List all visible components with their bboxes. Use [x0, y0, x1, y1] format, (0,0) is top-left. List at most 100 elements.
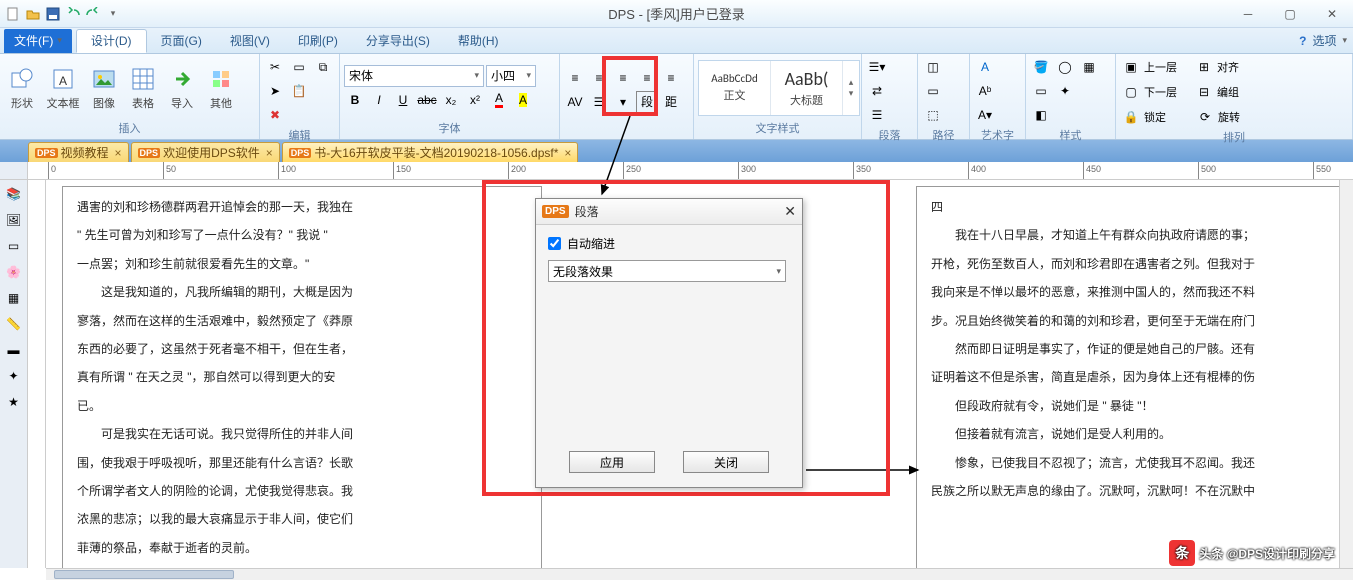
- options-link[interactable]: 选项: [1312, 32, 1336, 49]
- para-icon-3[interactable]: ☰: [866, 104, 888, 126]
- para-icon-2[interactable]: ⇄: [866, 80, 888, 102]
- library-icon[interactable]: 📚: [4, 184, 24, 204]
- board-icon[interactable]: ▬: [4, 340, 24, 360]
- undo-icon[interactable]: [64, 5, 82, 23]
- strike-icon[interactable]: abc: [416, 89, 438, 111]
- fill-icon[interactable]: 🪣: [1030, 56, 1052, 78]
- clipart-icon[interactable]: 🌸: [4, 262, 24, 282]
- maximize-button[interactable]: ▢: [1273, 4, 1307, 24]
- shape-lib-icon[interactable]: ✦: [4, 366, 24, 386]
- tab-page[interactable]: 页面(G): [147, 29, 216, 53]
- redo-icon[interactable]: [84, 5, 102, 23]
- shape-button[interactable]: 形状: [4, 57, 40, 119]
- save-icon[interactable]: [44, 5, 62, 23]
- superscript-icon[interactable]: x²: [464, 89, 486, 111]
- style-gallery-more-icon[interactable]: ▴▾: [843, 61, 859, 115]
- grid-icon[interactable]: ▦: [4, 288, 24, 308]
- frame-icon[interactable]: ▭: [4, 236, 24, 256]
- align-icon[interactable]: ⊞: [1193, 56, 1215, 78]
- tab-print[interactable]: 印刷(P): [284, 29, 352, 53]
- wordart-icon-1[interactable]: A: [974, 56, 996, 78]
- wordart-icon-2[interactable]: Aᵇ: [974, 80, 996, 102]
- paragraph-effect-combo[interactable]: 无段落效果▾: [548, 260, 786, 282]
- group-icon[interactable]: ⊟: [1193, 81, 1215, 103]
- align-left-icon[interactable]: ≡: [564, 67, 586, 89]
- textbox-button[interactable]: A文本框: [43, 57, 83, 119]
- favorite-icon[interactable]: ★: [4, 392, 24, 412]
- tab-view[interactable]: 视图(V): [216, 29, 284, 53]
- kerning-icon[interactable]: 距: [660, 91, 682, 113]
- horizontal-scrollbar[interactable]: [46, 568, 1353, 580]
- tab-export[interactable]: 分享导出(S): [352, 29, 444, 53]
- copy-icon[interactable]: ⧉: [312, 56, 334, 78]
- style-heading[interactable]: AaBb( 大标题: [771, 61, 843, 115]
- font-family-select[interactable]: 宋体▾: [344, 65, 484, 87]
- page-left[interactable]: 遇害的刘和珍杨德群两君开追悼会的那一天，我独在 " 先生可曾为刘和珍写了一点什么…: [62, 186, 542, 568]
- doctab-video[interactable]: DPS视频教程×: [28, 142, 129, 162]
- pointer-icon[interactable]: ➤: [264, 80, 286, 102]
- other-button[interactable]: 其他: [203, 57, 239, 119]
- bold-icon[interactable]: B: [344, 89, 366, 111]
- subscript-icon[interactable]: x₂: [440, 89, 462, 111]
- close-dialog-button[interactable]: 关闭: [683, 451, 769, 473]
- import-button[interactable]: 导入: [164, 57, 200, 119]
- delete-icon[interactable]: ✖: [264, 104, 286, 126]
- open-icon[interactable]: [24, 5, 42, 23]
- vertical-scrollbar[interactable]: [1339, 180, 1353, 568]
- align-distribute-icon[interactable]: ≡: [660, 67, 682, 89]
- lock-icon[interactable]: 🔒: [1120, 106, 1142, 128]
- line-spacing-icon[interactable]: ☰: [588, 91, 610, 113]
- shadow-icon[interactable]: ▦: [1078, 56, 1100, 78]
- send-backward-icon[interactable]: ▢: [1120, 81, 1142, 103]
- select-icon[interactable]: ▭: [288, 56, 310, 78]
- background-icon[interactable]: 🖼: [4, 210, 24, 230]
- close-icon[interactable]: ×: [266, 146, 273, 160]
- minimize-button[interactable]: ─: [1231, 4, 1265, 24]
- highlight-icon[interactable]: A: [512, 89, 534, 111]
- bring-forward-icon[interactable]: ▣: [1120, 56, 1142, 78]
- new-icon[interactable]: [4, 5, 22, 23]
- close-icon[interactable]: ×: [564, 146, 571, 160]
- help-icon[interactable]: ?: [1299, 34, 1306, 48]
- para-dropdown-icon[interactable]: ▾: [612, 91, 634, 113]
- font-size-select[interactable]: 小四▾: [486, 65, 536, 87]
- char-spacing-icon[interactable]: AV: [564, 91, 586, 113]
- align-right-icon[interactable]: ≡: [612, 67, 634, 89]
- tab-design[interactable]: 设计(D): [76, 29, 147, 53]
- outline-icon[interactable]: ◯: [1054, 56, 1076, 78]
- apply-button[interactable]: 应用: [569, 451, 655, 473]
- tab-help[interactable]: 帮助(H): [444, 29, 513, 53]
- border-icon[interactable]: ▭: [1030, 80, 1052, 102]
- style-body[interactable]: AaBbCcDd 正文: [699, 61, 771, 115]
- table-button[interactable]: 表格: [125, 57, 161, 119]
- path-icon-2[interactable]: ▭: [922, 80, 944, 102]
- paragraph-button[interactable]: 段: [636, 91, 658, 113]
- qat-dropdown-icon[interactable]: ▾: [104, 5, 122, 23]
- effects-icon[interactable]: ✦: [1054, 80, 1076, 102]
- rotate-icon[interactable]: ⟳: [1194, 106, 1216, 128]
- align-center-icon[interactable]: ≡: [588, 67, 610, 89]
- 3d-icon[interactable]: ◧: [1030, 104, 1052, 126]
- ruler-icon[interactable]: 📏: [4, 314, 24, 334]
- italic-icon[interactable]: I: [368, 89, 390, 111]
- paste-icon[interactable]: 📋: [288, 80, 310, 102]
- para-icon-1[interactable]: ☰▾: [866, 56, 888, 78]
- auto-indent-checkbox[interactable]: [548, 237, 561, 250]
- scroll-thumb[interactable]: [54, 570, 234, 579]
- close-icon[interactable]: ×: [115, 146, 122, 160]
- align-justify-icon[interactable]: ≡: [636, 67, 658, 89]
- path-icon-3[interactable]: ⬚: [922, 104, 944, 126]
- close-button[interactable]: ✕: [1315, 4, 1349, 24]
- doctab-welcome[interactable]: DPS欢迎使用DPS软件×: [131, 142, 280, 162]
- path-icon-1[interactable]: ◫: [922, 56, 944, 78]
- underline-icon[interactable]: U: [392, 89, 414, 111]
- dialog-titlebar[interactable]: DPS 段落 ✕: [536, 199, 802, 225]
- dialog-close-icon[interactable]: ✕: [784, 203, 796, 220]
- wordart-icon-3[interactable]: A▾: [974, 104, 996, 126]
- font-color-icon[interactable]: A: [488, 89, 510, 111]
- file-menu[interactable]: 文件(F) ▾: [4, 29, 72, 53]
- page-right[interactable]: 四 我在十八日早晨，才知道上午有群众向执政府请愿的事； 开枪，死伤至数百人，而刘…: [916, 186, 1353, 568]
- doctab-book[interactable]: DPS书-大16开软皮平装-文档20190218-1056.dpsf*×: [282, 142, 579, 162]
- cut-icon[interactable]: ✂: [264, 56, 286, 78]
- image-button[interactable]: 图像: [86, 57, 122, 119]
